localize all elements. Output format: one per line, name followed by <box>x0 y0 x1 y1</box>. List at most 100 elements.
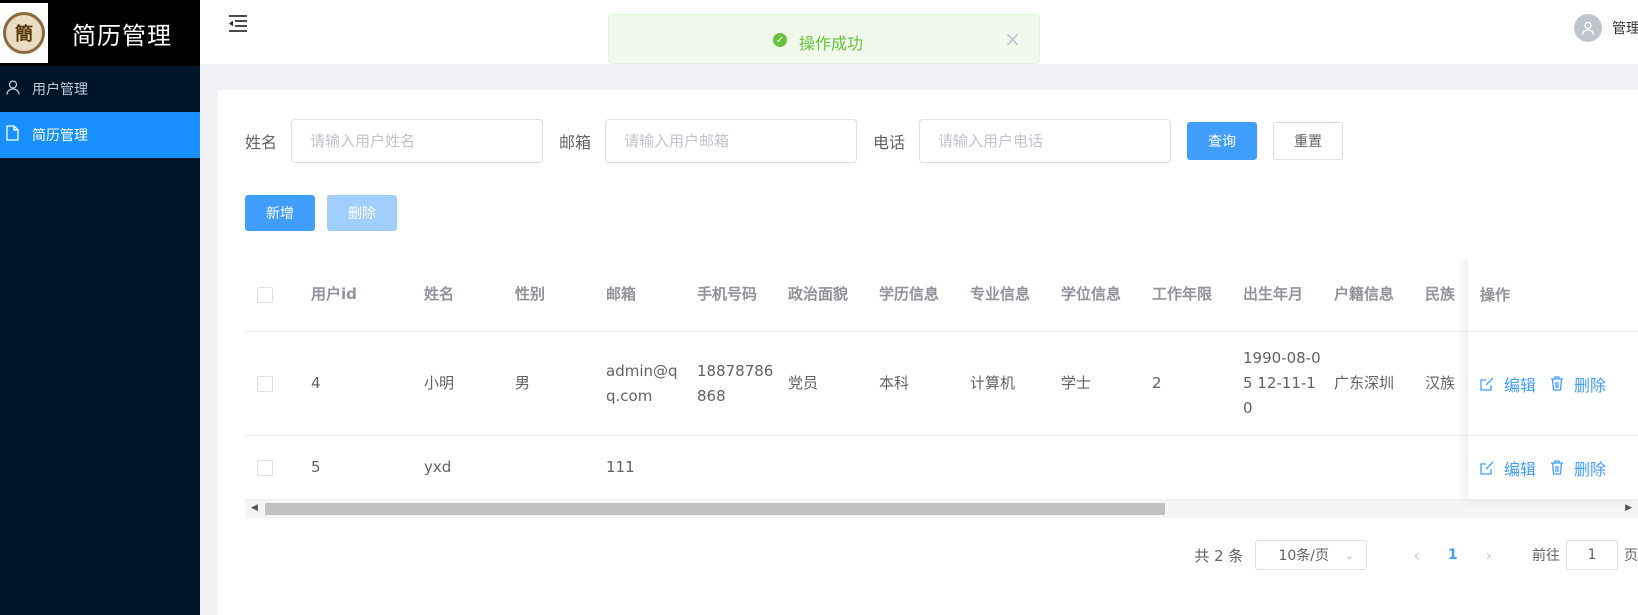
cell-nation: 汉族 <box>1425 374 1456 392</box>
edit-button[interactable]: 编辑 <box>1480 372 1536 396</box>
logo: 簡 <box>0 3 48 63</box>
cell-hometown: 广东深圳 <box>1334 374 1395 392</box>
scrollbar-thumb[interactable] <box>265 503 1165 515</box>
delete-button[interactable]: 删除 <box>1550 456 1606 480</box>
scroll-left-arrow-icon[interactable]: ◀ <box>251 503 258 513</box>
sidebar-item-label: 简历管理 <box>32 128 88 144</box>
document-icon <box>6 125 22 145</box>
cell-email: admin@qq.com <box>606 361 678 405</box>
sidebar-item-user-management[interactable]: 用户管理 <box>0 66 200 112</box>
cell-gender: 男 <box>515 374 531 392</box>
column-header[interactable]: 学位信息 <box>1061 282 1152 307</box>
cell-degree: 学士 <box>1061 374 1092 392</box>
phone-search-input[interactable] <box>919 119 1172 163</box>
page-size-value: 10条/页 <box>1278 548 1329 564</box>
prev-page-icon[interactable]: ‹ <box>1413 546 1419 565</box>
next-page-icon[interactable]: › <box>1486 546 1492 565</box>
page-number-current[interactable]: 1 <box>1448 547 1458 563</box>
row-select-cell <box>245 375 311 392</box>
row-actions: 编辑 删除 <box>1468 436 1638 500</box>
row-actions: 编辑 删除 <box>1468 332 1638 436</box>
column-header[interactable]: 出生年月 <box>1243 282 1334 307</box>
column-header[interactable]: 户籍信息 <box>1334 282 1425 307</box>
table-row[interactable]: 4 小明 男 admin@qq.com 18878786868 党员 本科 计算… <box>245 332 1638 436</box>
table-header: 用户id 姓名 性别 邮箱 手机号码 政治面貌 学历信息 专业信息 学位信息 工… <box>245 258 1638 332</box>
fixed-actions-column: 操作 编辑 删除 编辑 删除 <box>1468 258 1638 500</box>
name-search-input[interactable] <box>291 119 544 163</box>
column-header[interactable]: 政治面貌 <box>788 282 879 307</box>
total-count: 共 2 条 <box>1194 546 1244 565</box>
resume-table: 用户id 姓名 性别 邮箱 手机号码 政治面貌 学历信息 专业信息 学位信息 工… <box>245 258 1638 528</box>
goto-label: 前往 <box>1532 548 1560 564</box>
batch-delete-button[interactable]: 删除 <box>327 195 397 231</box>
user-name: 管理员 <box>1612 21 1638 37</box>
edit-icon <box>1480 461 1494 475</box>
column-header[interactable]: 邮箱 <box>606 282 697 307</box>
close-icon[interactable]: × <box>1004 27 1021 51</box>
cell-id: 5 <box>311 458 321 476</box>
cell-id: 4 <box>311 374 321 392</box>
filter-form: 姓名 邮箱 电话 查询 重置 <box>245 119 1344 163</box>
delete-label: 删除 <box>1574 375 1607 395</box>
sidebar-item-label: 用户管理 <box>32 82 88 98</box>
pagination: 共 2 条 10条/页 ⌄ ‹ 1 › 前往 页 <box>1194 540 1638 570</box>
name-label: 姓名 <box>245 133 278 152</box>
sidebar: 簡 简历管理 用户管理 简历管理 <box>0 0 200 615</box>
app-title: 简历管理 <box>72 21 172 50</box>
user-menu[interactable]: 管理员 <box>1574 14 1638 42</box>
row-checkbox[interactable] <box>257 375 273 392</box>
column-header[interactable]: 姓名 <box>424 282 515 307</box>
add-button[interactable]: 新增 <box>245 195 315 231</box>
column-header[interactable]: 专业信息 <box>970 282 1061 307</box>
goto-page-input[interactable] <box>1566 540 1618 570</box>
edit-button[interactable]: 编辑 <box>1480 456 1536 480</box>
sidebar-item-resume-management[interactable]: 简历管理 <box>0 112 200 158</box>
action-bar: 新增 删除 <box>245 195 397 231</box>
user-icon <box>6 79 22 99</box>
toast-message: 操作成功 <box>799 34 864 53</box>
column-header[interactable]: 工作年限 <box>1152 282 1243 307</box>
column-header[interactable]: 性别 <box>515 282 606 307</box>
edit-icon <box>1480 377 1494 391</box>
page-size-select[interactable]: 10条/页 ⌄ <box>1255 540 1368 570</box>
trash-icon <box>1551 460 1564 475</box>
main-card: 姓名 邮箱 电话 查询 重置 新增 删除 用户id 姓名 性别 邮箱 手机号码 … <box>218 90 1638 615</box>
column-header[interactable]: 民族 <box>1425 282 1469 307</box>
scroll-right-arrow-icon[interactable]: ▶ <box>1625 503 1632 513</box>
cell-political: 党员 <box>788 374 819 392</box>
query-button[interactable]: 查询 <box>1187 122 1258 160</box>
select-all-checkbox[interactable] <box>257 286 273 303</box>
avatar-icon <box>1574 14 1602 42</box>
cell-phone: 18878786868 <box>697 361 774 405</box>
select-all-cell <box>245 286 311 303</box>
table-row[interactable]: 5 yxd 111 <box>245 436 1638 500</box>
column-header[interactable]: 用户id <box>311 282 424 307</box>
cell-education: 本科 <box>879 374 910 392</box>
column-header: 操作 <box>1468 258 1638 332</box>
delete-label: 删除 <box>1574 459 1607 479</box>
cell-name: yxd <box>424 458 452 476</box>
logo-seal: 簡 <box>3 12 45 54</box>
cell-birth: 1990-08-05 12-11-10 <box>1243 349 1321 417</box>
cell-name: 小明 <box>424 374 455 392</box>
delete-button[interactable]: 删除 <box>1550 372 1606 396</box>
phone-label: 电话 <box>873 133 906 152</box>
cell-major: 计算机 <box>970 374 1016 392</box>
page-suffix: 页 <box>1624 548 1638 564</box>
check-circle-icon: ✓ <box>773 33 787 47</box>
email-label: 邮箱 <box>559 133 592 152</box>
edit-label: 编辑 <box>1504 375 1537 395</box>
row-checkbox[interactable] <box>257 459 273 476</box>
email-search-input[interactable] <box>605 119 858 163</box>
brand: 簡 简历管理 <box>0 0 200 66</box>
reset-button[interactable]: 重置 <box>1273 122 1344 160</box>
cell-years: 2 <box>1152 374 1162 392</box>
column-header[interactable]: 学历信息 <box>879 282 970 307</box>
edit-label: 编辑 <box>1504 459 1537 479</box>
column-header[interactable]: 手机号码 <box>697 282 788 307</box>
menu-fold-icon[interactable] <box>227 14 249 34</box>
horizontal-scrollbar[interactable]: ◀ ▶ <box>245 500 1638 518</box>
trash-icon <box>1551 376 1564 391</box>
row-select-cell <box>245 459 311 476</box>
chevron-down-icon: ⌄ <box>1344 548 1355 562</box>
